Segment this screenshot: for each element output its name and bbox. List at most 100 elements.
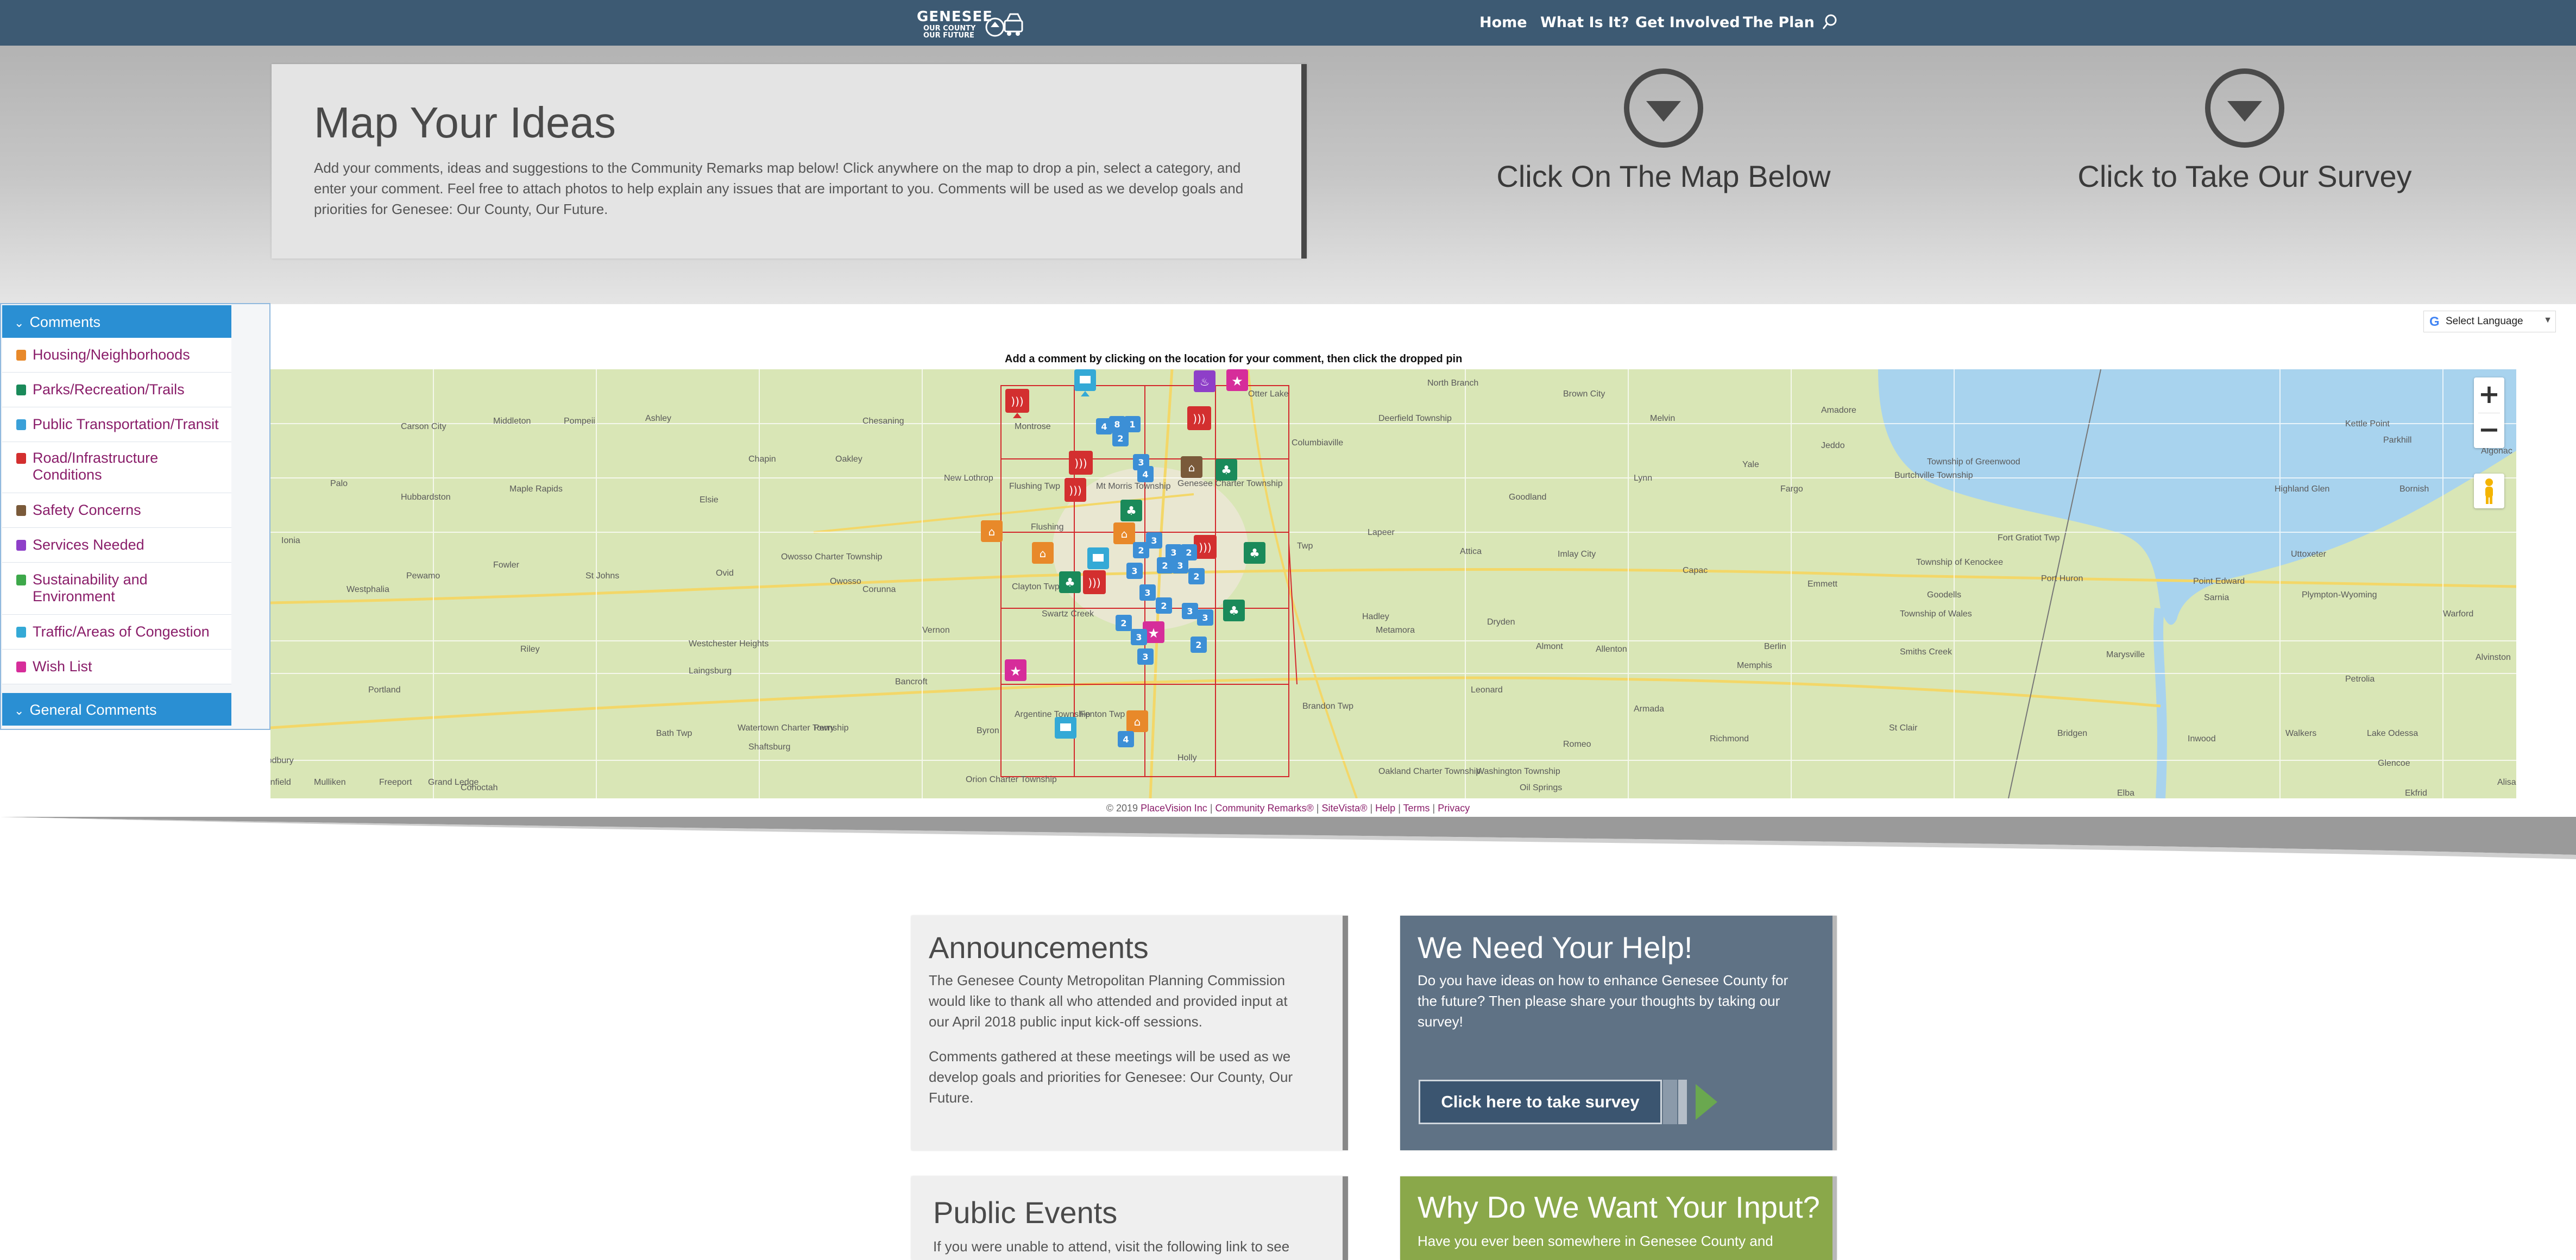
place-label: Pompeii xyxy=(564,417,595,426)
svg-text:))): ))) xyxy=(1199,541,1211,554)
svg-text:3: 3 xyxy=(1170,547,1176,558)
place-label: Westphalia xyxy=(347,585,389,594)
place-label: Smiths Creek xyxy=(1900,647,1953,657)
nav-the-plan[interactable]: The Plan xyxy=(1743,14,1815,32)
place-label: Allenton xyxy=(1596,645,1627,654)
place-label: St Johns xyxy=(585,571,619,581)
place-label: Glencoe xyxy=(2378,759,2410,768)
street-view-pegman-icon[interactable] xyxy=(2474,474,2504,508)
place-label: Elba xyxy=(2117,789,2134,798)
category-services[interactable]: Services Needed xyxy=(2,528,231,563)
place-label: Amadore xyxy=(1821,406,1856,415)
category-transit[interactable]: Public Transportation/Transit xyxy=(2,407,231,442)
star-icon xyxy=(16,662,26,672)
place-label: Shaftsburg xyxy=(748,742,790,752)
place-label: Plympton-Wyoming xyxy=(2302,590,2377,600)
link-community-remarks[interactable]: Community Remarks® xyxy=(1215,803,1314,814)
public-events-card: Public Events If you were unable to atte… xyxy=(911,1176,1348,1260)
category-housing[interactable]: Housing/Neighborhoods xyxy=(2,338,231,373)
cta-take-survey[interactable]: Click to Take Our Survey xyxy=(2000,67,2489,194)
language-select[interactable]: G Select Language ▼ xyxy=(2423,311,2556,332)
svg-text:4: 4 xyxy=(1142,469,1148,480)
public-events-title: Public Events xyxy=(933,1195,1118,1230)
place-label: Parkhill xyxy=(2383,436,2411,445)
search-icon[interactable] xyxy=(1822,13,1838,32)
place-label: Bornish xyxy=(2399,484,2429,494)
link-terms[interactable]: Terms xyxy=(1403,803,1430,814)
link-sitevista[interactable]: SiteVista® xyxy=(1321,803,1367,814)
category-label: Sustainability and Environment xyxy=(33,571,148,604)
place-label: Maple Rapids xyxy=(509,484,563,494)
category-road[interactable]: Road/Infrastructure Conditions xyxy=(2,442,231,493)
place-label: Portland xyxy=(368,685,401,695)
comment-map[interactable]: North Branch Brown City Amadore Kettle P… xyxy=(270,369,2516,798)
place-label: Brandon Twp xyxy=(1302,702,1353,711)
need-help-title: We Need Your Help! xyxy=(1418,930,1693,965)
category-wish-list[interactable]: Wish List xyxy=(2,650,231,684)
svg-text:4: 4 xyxy=(1101,421,1107,432)
place-label: Middleton xyxy=(493,417,531,426)
place-label: Metamora xyxy=(1376,626,1415,635)
svg-text:2: 2 xyxy=(1195,640,1201,650)
nav-get-involved[interactable]: Get Involved xyxy=(1635,14,1740,32)
place-label: Otter Lake xyxy=(1248,389,1289,399)
comments-accordion-header[interactable]: ⌄ Comments xyxy=(2,305,231,338)
map-instruction: Add a comment by clicking on the locatio… xyxy=(1005,353,1463,365)
site-logo[interactable]: GENESEE OUR COUNTY OUR FUTURE xyxy=(917,5,1025,40)
place-label: Almont xyxy=(1536,642,1563,651)
category-sustainability[interactable]: Sustainability and Environment xyxy=(2,563,231,615)
place-label: Fowler xyxy=(493,560,520,570)
cta-click-map[interactable]: Click On The Map Below xyxy=(1419,67,1908,194)
svg-text:2: 2 xyxy=(1138,545,1144,556)
place-label: Fenton Twp xyxy=(1080,710,1125,719)
place-label: Deerfield Township xyxy=(1378,414,1452,423)
svg-text:3: 3 xyxy=(1177,560,1183,571)
place-label: Sunfield xyxy=(270,778,291,787)
place-label: Township of Greenwood xyxy=(1927,457,2020,467)
link-help[interactable]: Help xyxy=(1375,803,1395,814)
place-label: Goodland xyxy=(1509,493,1546,502)
place-label: Montrose xyxy=(1015,422,1051,431)
map-footer: © 2019 PlaceVision Inc | Community Remar… xyxy=(1106,803,1470,814)
comments-header-label: Comments xyxy=(29,314,100,330)
link-privacy[interactable]: Privacy xyxy=(1438,803,1470,814)
category-safety[interactable]: Safety Concerns xyxy=(2,493,231,528)
place-label: Byron xyxy=(977,726,999,735)
svg-text:2: 2 xyxy=(1120,618,1126,628)
place-label: Dryden xyxy=(1487,618,1515,627)
svg-text:3: 3 xyxy=(1151,536,1157,546)
category-label: Traffic/Areas of Congestion xyxy=(33,623,210,640)
take-survey-button[interactable]: Click here to take survey xyxy=(1419,1080,1662,1124)
svg-text:2: 2 xyxy=(1186,547,1192,558)
place-label: Petrolia xyxy=(2345,675,2375,684)
place-label: Burtchville Township xyxy=(1894,471,1973,480)
nav-home[interactable]: Home xyxy=(1479,14,1527,32)
place-label: Marysville xyxy=(2106,650,2145,659)
need-help-text: Do you have ideas on how to enhance Gene… xyxy=(1418,972,1788,1030)
svg-text:★: ★ xyxy=(1010,664,1022,679)
place-label: Fargo xyxy=(1780,484,1803,494)
place-label: Port Huron xyxy=(2041,574,2083,583)
place-label: Imlay City xyxy=(1558,550,1596,559)
place-label: Mt Morris Township xyxy=(1096,482,1171,491)
nav-what-is-it[interactable]: What Is It? xyxy=(1540,14,1629,32)
svg-text:⌂: ⌂ xyxy=(1040,547,1047,560)
chevron-down-icon: ⌄ xyxy=(14,704,24,717)
category-parks[interactable]: Parks/Recreation/Trails xyxy=(2,373,231,407)
pegman-figure-icon xyxy=(2485,478,2493,504)
link-placevision[interactable]: PlaceVision Inc xyxy=(1141,803,1207,814)
general-comments-accordion-header[interactable]: ⌄ General Comments xyxy=(2,693,231,726)
svg-text:2: 2 xyxy=(1162,560,1168,571)
zoom-out-button[interactable]: − xyxy=(2474,413,2504,448)
svg-text:))): ))) xyxy=(1011,395,1023,408)
place-label: Goodells xyxy=(1927,590,1961,600)
arrow-chevrons-icon xyxy=(1663,1080,1717,1124)
place-label: Owosso Charter Township xyxy=(781,552,883,562)
bus-icon xyxy=(16,419,26,430)
svg-text:♣: ♣ xyxy=(1221,464,1232,477)
hero-description: Add your comments, ideas and suggestions… xyxy=(314,160,1244,217)
place-label: Ovid xyxy=(716,569,734,578)
zoom-in-button[interactable]: + xyxy=(2474,377,2504,413)
section-divider xyxy=(0,817,2576,859)
category-traffic[interactable]: Traffic/Areas of Congestion xyxy=(2,615,231,650)
